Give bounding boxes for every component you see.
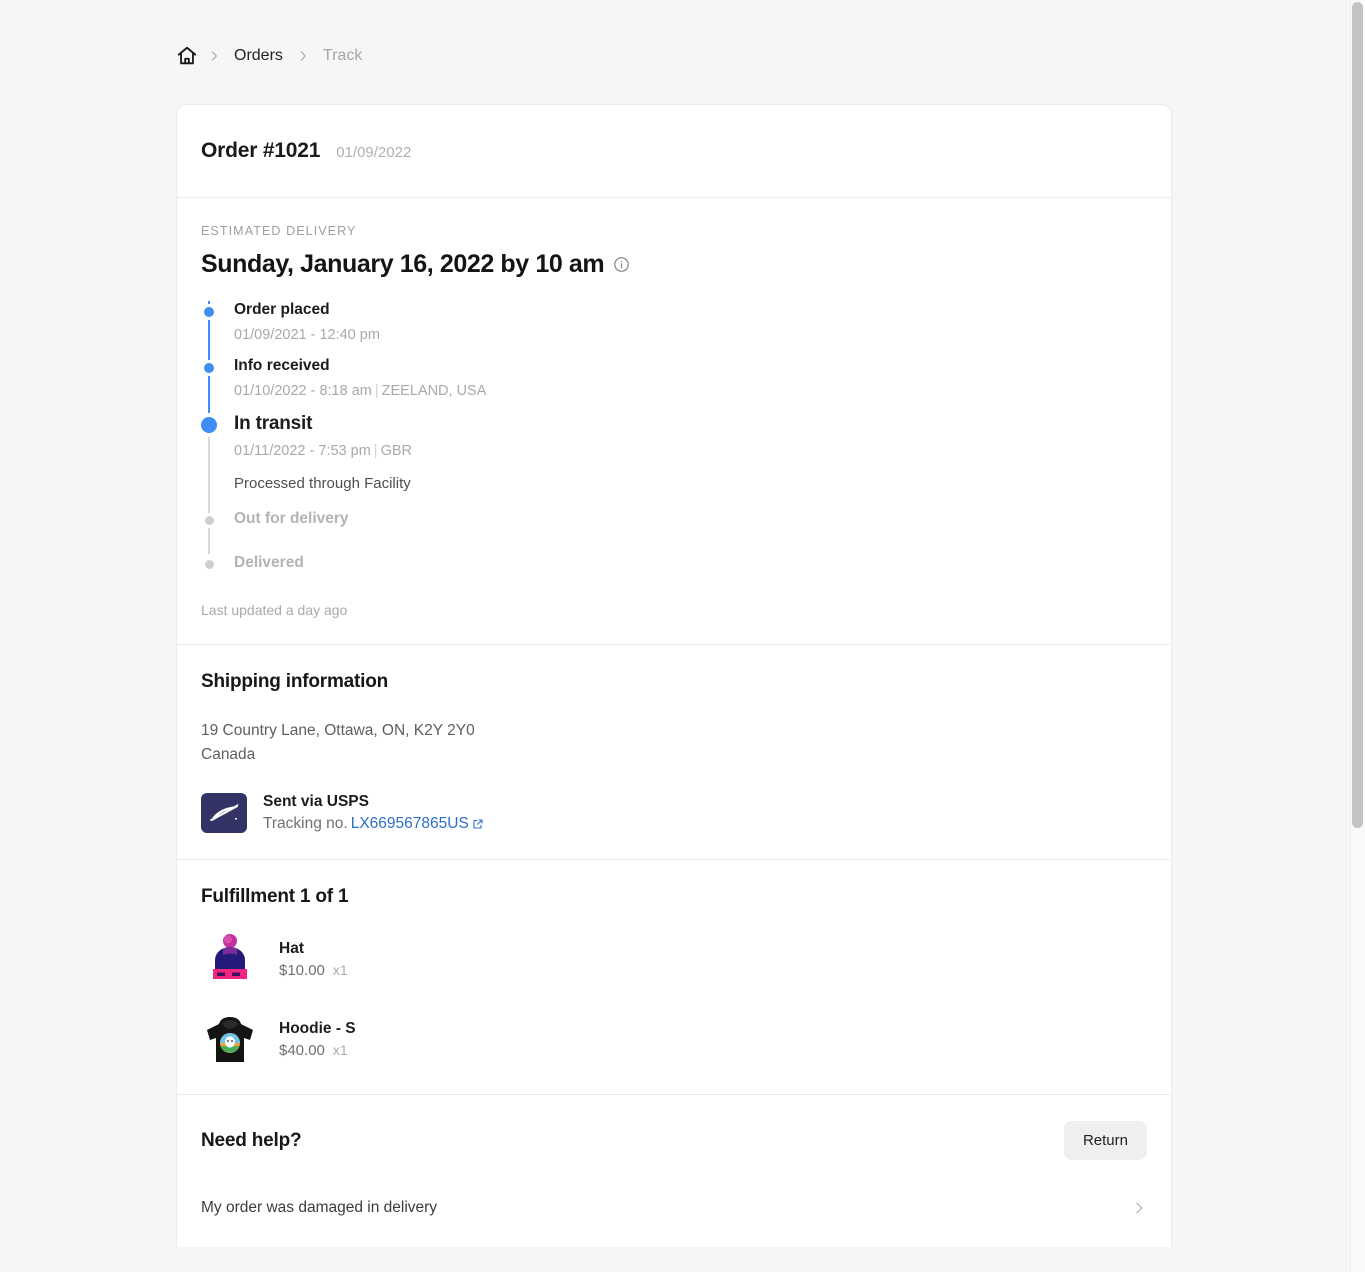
home-icon: [177, 46, 197, 65]
shipping-title: Shipping information: [201, 671, 389, 692]
timeline-dot: [201, 417, 217, 433]
address-line-1: 19 Country Lane, Ottawa, ON, K2Y 2Y0: [201, 722, 475, 739]
fulfillment-item: Hoodie - S $40.00 x1: [201, 1010, 1147, 1068]
return-button[interactable]: Return: [1063, 1121, 1147, 1160]
timeline-dot: [204, 516, 214, 525]
timeline-step-current: In transit 01/11/2022 - 7:53 pm | GBR Proces…: [201, 413, 1147, 510]
item-price-row: $40.00 x1: [279, 1042, 356, 1059]
shipping-section: Shipping information 19 Country Lane, Ot…: [177, 645, 1171, 860]
breadcrumb-separator-2: [287, 49, 319, 63]
carrier-block: Sent via USPS Tracking no. LX669567865US: [201, 793, 1147, 833]
timeline-step-title: Info received: [234, 357, 330, 374]
help-title: Need help?: [201, 1129, 302, 1151]
timeline-dot: [204, 363, 214, 373]
item-price: $40.00: [279, 1041, 325, 1059]
order-date: 01/09/2022: [336, 144, 412, 161]
item-price: $10.00: [279, 961, 325, 979]
breadcrumb: Orders Track: [176, 40, 366, 72]
item-thumbnail: [201, 930, 259, 988]
timeline-step-pending: Delivered: [201, 554, 1147, 572]
item-thumbnail: [201, 1010, 259, 1068]
timeline-step-pending: Out for delivery: [201, 510, 1147, 554]
timeline-step-title: Order placed: [234, 301, 330, 318]
usps-eagle-icon: [209, 803, 239, 822]
fulfillment-item: Hat $10.00 x1: [201, 930, 1147, 988]
delivery-section: ESTIMATED DELIVERY Sunday, January 16, 2…: [177, 198, 1171, 645]
carrier-info: Sent via USPS Tracking no. LX669567865US: [263, 793, 484, 833]
scrollbar-thumb[interactable]: [1352, 2, 1363, 828]
timeline-dot: [204, 307, 214, 317]
black-hoodie-thumbnail: [201, 1010, 259, 1068]
timeline-step-title: Delivered: [234, 554, 304, 571]
timeline-dot: [204, 560, 214, 569]
help-row-damaged[interactable]: My order was damaged in delivery: [201, 1199, 1147, 1217]
chevron-right-icon: [300, 51, 306, 61]
timeline-step-meta: 01/11/2022 - 7:53 pm | GBR: [234, 443, 412, 459]
timeline-step-title: In transit: [234, 413, 313, 434]
timeline-step-meta: 01/10/2022 - 8:18 am | ZEELAND, USA: [234, 383, 487, 399]
breadcrumb-home-link[interactable]: [176, 45, 198, 67]
help-header: Need help? Return: [201, 1121, 1147, 1160]
tracking-number-link[interactable]: LX669567865US: [351, 815, 469, 833]
breadcrumb-item-track[interactable]: Track: [319, 47, 366, 65]
item-price-row: $10.00 x1: [279, 962, 348, 979]
page-scrollbar[interactable]: [1350, 0, 1365, 1272]
timeline-step-meta: 01/09/2021 - 12:40 pm: [234, 327, 380, 343]
delivery-timeline: Order placed 01/09/2021 - 12:40 pm Info re…: [201, 301, 1147, 572]
shipping-address: 19 Country Lane, Ottawa, ON, K2Y 2Y0 Can…: [201, 719, 1147, 767]
carrier-name: Sent via USPS: [263, 793, 369, 810]
beanie-hat-thumbnail: [201, 930, 259, 988]
fulfillment-title: Fulfillment 1 of 1: [201, 886, 349, 907]
estimated-delivery-row: Sunday, January 16, 2022 by 10 am: [201, 250, 1147, 279]
fulfillment-section: Fulfillment 1 of 1 Hat $10.00 x1 Hoodie - S…: [177, 860, 1171, 1095]
help-row-label: My order was damaged in delivery: [201, 1199, 438, 1216]
item-quantity: x1: [332, 1041, 348, 1058]
external-link-icon[interactable]: [472, 818, 484, 830]
timeline-step-complete: Info received 01/10/2022 - 8:18 am | ZEELAN…: [201, 357, 1147, 413]
help-section: Need help? Return My order was damaged i…: [177, 1095, 1171, 1247]
estimated-delivery-label: ESTIMATED DELIVERY: [201, 224, 357, 238]
item-name: Hat: [279, 939, 304, 957]
breadcrumb-separator-1: [198, 49, 230, 63]
order-tracking-page: Orders Track Order #1021 01/09/2022 ESTI…: [0, 0, 1365, 1272]
tracking-row: Tracking no. LX669567865US: [263, 815, 484, 833]
estimated-delivery-value: Sunday, January 16, 2022 by 10 am: [201, 250, 605, 278]
order-title: Order #1021: [201, 139, 321, 162]
breadcrumb-item-orders[interactable]: Orders: [230, 47, 287, 65]
item-quantity: x1: [332, 961, 348, 978]
info-circle-icon[interactable]: [613, 256, 630, 273]
chevron-right-icon: [211, 51, 217, 61]
last-updated-text: Last updated a day ago: [201, 602, 348, 618]
timeline-step-complete: Order placed 01/09/2021 - 12:40 pm: [201, 301, 1147, 357]
timeline-step-title: Out for delivery: [234, 510, 349, 527]
order-card-header: Order #1021 01/09/2022: [177, 105, 1171, 198]
tracking-label: Tracking no.: [263, 815, 348, 832]
usps-logo-icon: [201, 793, 247, 833]
address-line-2: Canada: [201, 746, 256, 763]
timeline-step-note: Processed through Facility: [234, 475, 411, 492]
item-details: Hat $10.00 x1: [279, 940, 348, 979]
item-details: Hoodie - S $40.00 x1: [279, 1020, 356, 1059]
order-card: Order #1021 01/09/2022 ESTIMATED DELIVER…: [176, 104, 1172, 1247]
chevron-right-icon: [1136, 1202, 1143, 1214]
item-name: Hoodie - S: [279, 1019, 356, 1037]
fulfillment-item-list: Hat $10.00 x1 Hoodie - S $40.00 x1: [201, 930, 1147, 1068]
